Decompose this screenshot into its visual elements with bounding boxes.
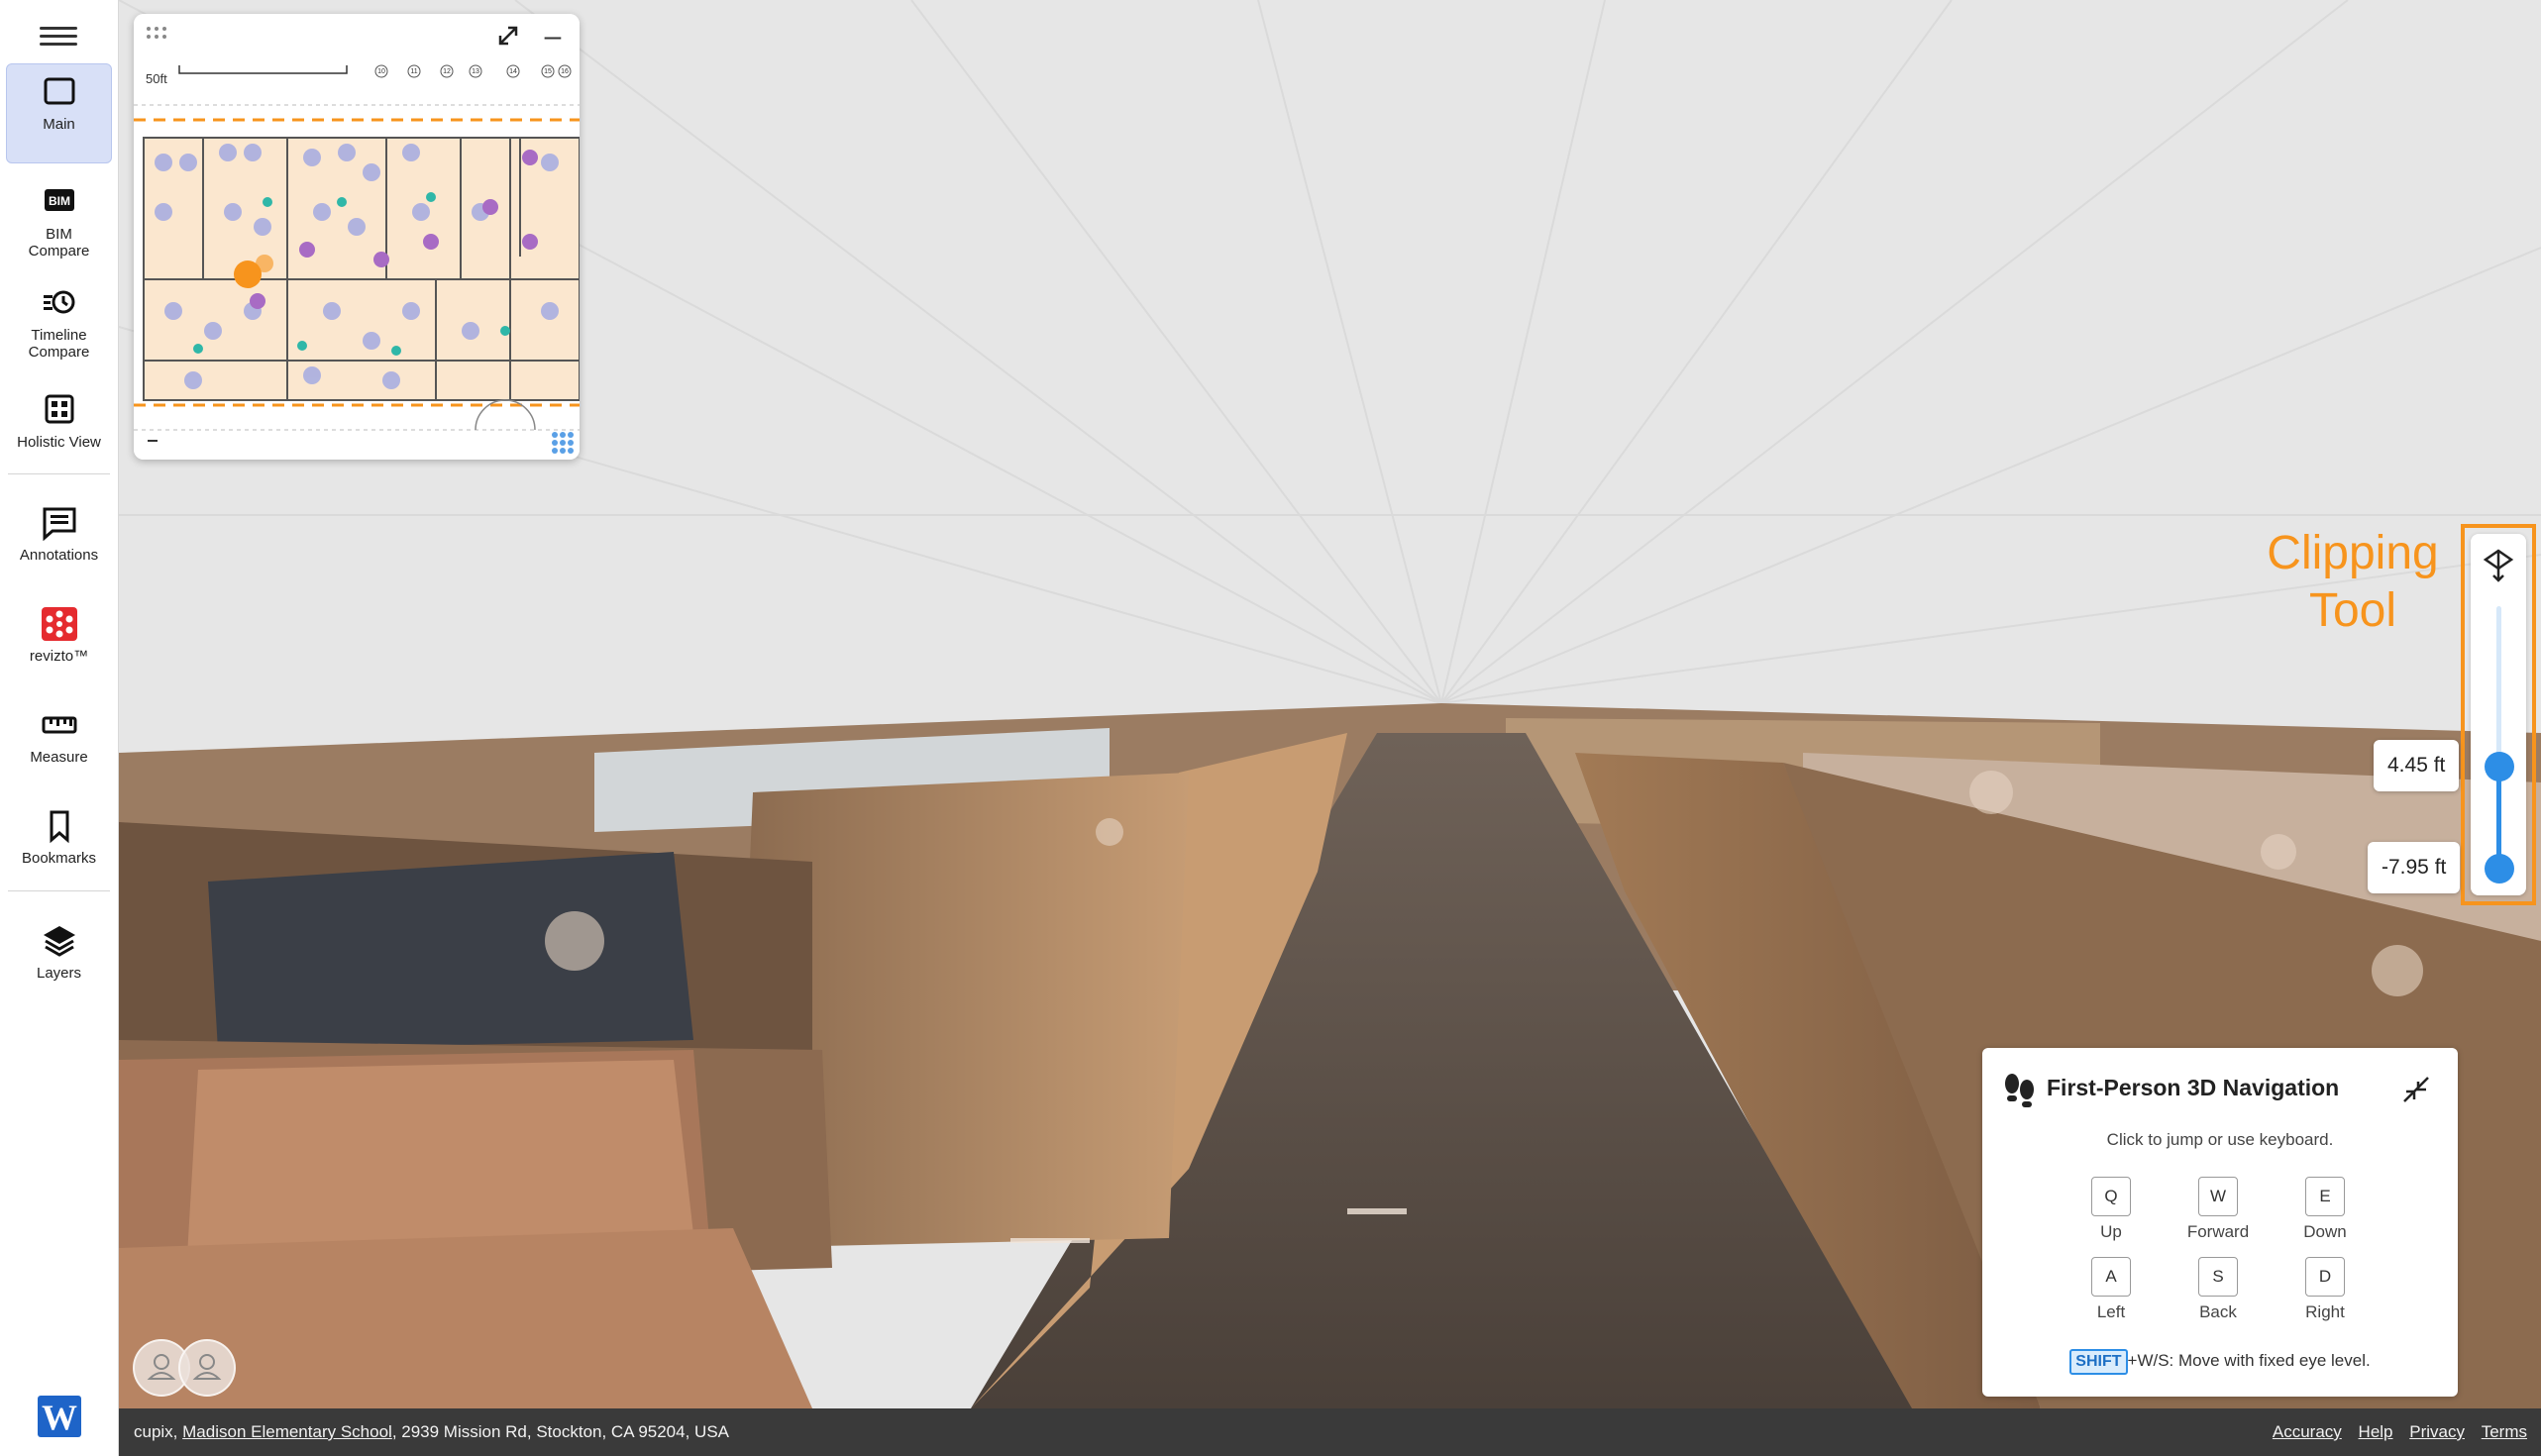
shift-hint-text: +W/S: Move with fixed eye level. — [2127, 1351, 2371, 1370]
footer-links: Accuracy Help Privacy Terms — [2261, 1408, 2527, 1456]
sidebar-item-annotations[interactable]: Annotations — [6, 495, 112, 569]
footer-bar: cupix, Madison Elementary School, 2939 M… — [119, 1408, 2541, 1456]
key-s-label: Back — [2199, 1302, 2237, 1321]
sidebar-item-label: Timeline Compare — [28, 327, 90, 361]
clipping-upper-value: 4.45 ft — [2374, 740, 2460, 791]
first-person-navigation-panel: First-Person 3D Navigation Click to jump… — [1982, 1048, 2458, 1397]
svg-text:12: 12 — [443, 68, 451, 75]
navigation-hint: Click to jump or use keyboard. — [2106, 1130, 2334, 1149]
sidebar-item-label: Annotations — [19, 547, 99, 564]
project-link[interactable]: Madison Elementary School — [182, 1422, 392, 1441]
square-icon — [44, 77, 74, 105]
revizto-icon — [41, 607, 77, 641]
sidebar-item-timeline-compare[interactable]: Timeline Compare — [6, 275, 112, 361]
sidebar-item-label: Layers — [36, 965, 82, 982]
svg-text:10: 10 — [377, 68, 385, 75]
clipping-tool-callout: Clipping Tool — [2267, 527, 2439, 637]
key-a[interactable]: A — [2091, 1257, 2131, 1297]
accuracy-link[interactable]: Accuracy — [2273, 1422, 2342, 1441]
company-name: cupix, — [134, 1422, 183, 1441]
history-icon — [43, 290, 74, 314]
clipping-upper-handle[interactable] — [2485, 752, 2514, 781]
svg-text:14: 14 — [509, 68, 517, 75]
svg-text:11: 11 — [410, 68, 417, 75]
project-address: cupix, Madison Elementary School, 2939 M… — [134, 1408, 729, 1456]
terms-link[interactable]: Terms — [2482, 1422, 2527, 1441]
shift-hint: SHIFT +W/S: Move with fixed eye level. — [1982, 1349, 2458, 1375]
sidebar-item-revizto[interactable]: revizto™ — [6, 596, 112, 670]
svg-text:BIM: BIM — [49, 194, 70, 208]
sidebar-divider — [8, 473, 110, 474]
key-d-label: Right — [2305, 1302, 2345, 1321]
sidebar-item-label: Bookmarks — [21, 850, 97, 867]
key-e-label: Down — [2303, 1222, 2347, 1241]
minimize-icon[interactable]: – — [538, 22, 568, 52]
sidebar-item-holistic-view[interactable]: Holistic View — [6, 382, 112, 454]
sidebar-item-measure[interactable]: Measure — [6, 697, 112, 771]
person-icon — [192, 1354, 222, 1380]
clipping-plane-icon[interactable] — [2481, 547, 2516, 584]
app-logo: W — [38, 1396, 81, 1437]
navigation-title: First-Person 3D Navigation — [2047, 1075, 2340, 1100]
expand-icon[interactable] — [490, 20, 526, 53]
key-s[interactable]: S — [2198, 1257, 2238, 1297]
clipping-lower-handle[interactable] — [2485, 854, 2514, 884]
floor-plan-minimap[interactable]: 10 11 12 13 14 15 16 50ft – — [134, 14, 580, 460]
user-avatar[interactable] — [178, 1339, 236, 1397]
scale-label: 50ft — [146, 71, 167, 86]
sidebar-item-label: Main — [43, 116, 75, 133]
comment-icon — [43, 507, 75, 541]
hamburger-menu-icon[interactable] — [40, 22, 77, 52]
collapse-icon[interactable] — [2396, 1070, 2436, 1109]
drag-handle-icon[interactable] — [146, 26, 167, 40]
floor-plan: 10 11 12 13 14 15 16 — [134, 14, 580, 460]
footsteps-icon — [2005, 1074, 2034, 1107]
key-e[interactable]: E — [2305, 1177, 2345, 1216]
sidebar-item-main[interactable]: Main — [6, 63, 112, 163]
svg-text:16: 16 — [561, 68, 569, 75]
help-link[interactable]: Help — [2359, 1422, 2393, 1441]
layers-icon — [43, 926, 75, 957]
address-text: , 2939 Mission Rd, Stockton, CA 95204, U… — [391, 1422, 729, 1441]
key-q-label: Up — [2100, 1222, 2122, 1241]
key-q[interactable]: Q — [2091, 1177, 2131, 1216]
key-d[interactable]: D — [2305, 1257, 2345, 1297]
key-a-label: Left — [2096, 1302, 2126, 1321]
grid-icon — [45, 394, 73, 424]
shift-key-badge: SHIFT — [2069, 1349, 2128, 1375]
sidebar-item-label: Measure — [30, 749, 88, 766]
sidebar-item-bookmarks[interactable]: Bookmarks — [6, 798, 112, 872]
privacy-link[interactable]: Privacy — [2409, 1422, 2465, 1441]
sidebar-item-label: BIM Compare — [28, 226, 90, 260]
svg-text:15: 15 — [544, 68, 552, 75]
clipping-lower-value: -7.95 ft — [2368, 842, 2461, 893]
key-w[interactable]: W — [2198, 1177, 2238, 1216]
bim-icon: BIM — [44, 189, 74, 211]
sidebar-item-label: revizto™ — [29, 648, 89, 665]
sidebar-item-label: Holistic View — [17, 434, 101, 451]
svg-text:13: 13 — [472, 68, 479, 75]
sidebar-item-bim-compare[interactable]: BIM BIM Compare — [6, 174, 112, 260]
key-w-label: Forward — [2186, 1222, 2250, 1241]
ruler-icon — [42, 716, 76, 734]
sidebar-divider — [8, 890, 110, 891]
bookmark-icon — [50, 810, 68, 844]
sidebar: Main BIM BIM Compare Timeline Compare Ho… — [0, 0, 119, 1456]
sidebar-item-layers[interactable]: Layers — [6, 913, 112, 987]
